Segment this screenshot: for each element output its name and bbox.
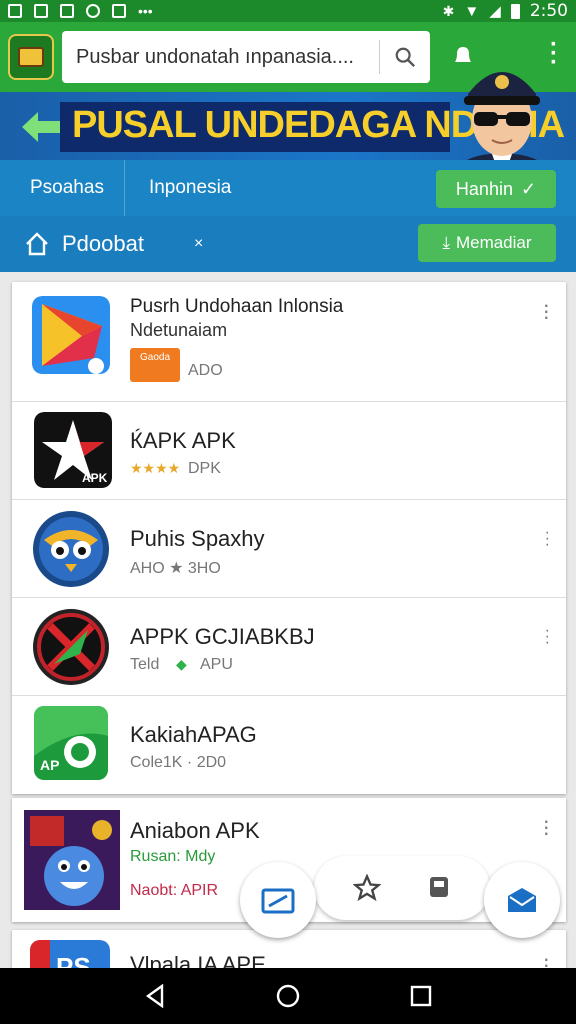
list-item[interactable]: APK ЌAPK APK ★★★★ DPK xyxy=(12,402,566,500)
arrow-icon xyxy=(22,112,60,142)
back-icon[interactable] xyxy=(144,984,166,1008)
list-item[interactable]: Pusrh Undohaan Inlonsia Ndetunaiam Gaoda… xyxy=(12,282,566,402)
download-icon: ⤓ xyxy=(442,233,450,252)
gmail-icon xyxy=(34,4,48,18)
check-icon: ✓ xyxy=(520,178,537,199)
category-tab[interactable]: Psoahas xyxy=(0,177,124,199)
play-icon: ◆ xyxy=(176,656,187,672)
app-meta: Teld xyxy=(130,656,160,673)
app-meta: DPK xyxy=(188,460,221,477)
clock: 2:50 xyxy=(529,1,568,21)
app-list: Pusrh Undohaan Inlonsia Ndetunaiam Gaoda… xyxy=(12,282,566,794)
bluetooth-icon: ✱ xyxy=(442,2,455,19)
more-notifications-icon: ••• xyxy=(138,3,153,19)
folder-icon xyxy=(261,888,295,914)
sub-header: Pdoobat × ⤓ Memadiar xyxy=(0,216,576,272)
app-meta: Cole1K · 2D0 xyxy=(130,754,227,771)
navigation-bar xyxy=(0,968,576,1024)
more-icon[interactable]: · · · xyxy=(543,810,550,844)
shazam-icon xyxy=(86,4,100,18)
battery-icon xyxy=(510,3,520,19)
folder-button[interactable] xyxy=(240,862,316,938)
status-bar: ••• ✱ ▼ ◢ 2:50 xyxy=(0,0,576,22)
category-tab[interactable]: Inponesia xyxy=(125,177,251,199)
filter-button[interactable]: Hanhin ✓ xyxy=(436,170,556,208)
svg-text:AP: AP xyxy=(40,757,59,773)
app-icon xyxy=(32,296,110,374)
svg-text:APK: APK xyxy=(82,471,108,485)
notification-icon xyxy=(8,4,22,18)
app-title: Pusrh Undohaan Inlonsia xyxy=(130,296,344,317)
app-title: APPK GCJIABKBJ xyxy=(130,624,315,649)
app-subtitle: Ndetunaiam xyxy=(130,320,228,340)
more-icon[interactable]: · · · xyxy=(545,623,550,651)
app-info-2: Naobt: APIR xyxy=(130,882,219,899)
app-title: Puhis Spaxhy xyxy=(130,526,265,551)
app-icon xyxy=(33,511,109,587)
app-meta-2: APU xyxy=(200,656,233,673)
bottom-action-bar xyxy=(314,856,490,920)
app-meta: ADO xyxy=(188,362,223,379)
bookmark-icon[interactable] xyxy=(427,875,451,901)
more-icon[interactable]: · · · xyxy=(543,294,550,328)
search-icon[interactable] xyxy=(394,46,416,68)
app-logo[interactable] xyxy=(8,34,54,80)
app-info: Rusan: Mdy xyxy=(130,848,216,865)
app-title: KakiahAPAG xyxy=(130,722,257,747)
star-icon[interactable] xyxy=(353,874,381,902)
rating-stars: ★★★★ xyxy=(130,460,181,476)
search-input[interactable]: Pusbar undonatah ınpanasia.... xyxy=(76,46,365,69)
app-icon xyxy=(24,810,120,910)
more-icon[interactable]: · · · xyxy=(545,525,550,553)
category-row: Psoahas Inponesia Hanhin ✓ xyxy=(0,160,576,216)
photos-icon xyxy=(60,4,74,18)
message-icon xyxy=(112,4,126,18)
search-bar[interactable]: Pusbar undonatah ınpanasia.... xyxy=(62,31,430,83)
mail-icon xyxy=(508,888,536,912)
recents-icon[interactable] xyxy=(410,985,432,1007)
home-button-icon[interactable] xyxy=(275,983,301,1009)
badge: Gaoda xyxy=(130,348,180,382)
home-icon[interactable] xyxy=(24,232,50,256)
app-title: Aniabon APK xyxy=(130,818,260,843)
close-icon[interactable]: × xyxy=(194,235,203,253)
app-icon: APK xyxy=(34,412,112,488)
mail-button[interactable] xyxy=(484,862,560,938)
app-meta: AHO ★ 3HO xyxy=(130,560,221,577)
list-item[interactable]: APPK GCJIABKBJ Teld ◆ APU · · · xyxy=(12,598,566,696)
list-item[interactable]: AP KakiahAPAG Cole1K · 2D0 xyxy=(12,696,566,794)
download-button[interactable]: ⤓ Memadiar xyxy=(418,224,556,262)
section-title: Pdoobat xyxy=(62,231,144,256)
signal-icon: ◢ xyxy=(489,3,501,20)
list-item[interactable]: Puhis Spaxhy AHO ★ 3HO · · · xyxy=(12,500,566,598)
wifi-icon: ▼ xyxy=(464,2,480,20)
app-icon: AP xyxy=(34,706,108,780)
app-icon xyxy=(33,609,109,685)
app-title: ЌAPK APK xyxy=(130,428,236,453)
